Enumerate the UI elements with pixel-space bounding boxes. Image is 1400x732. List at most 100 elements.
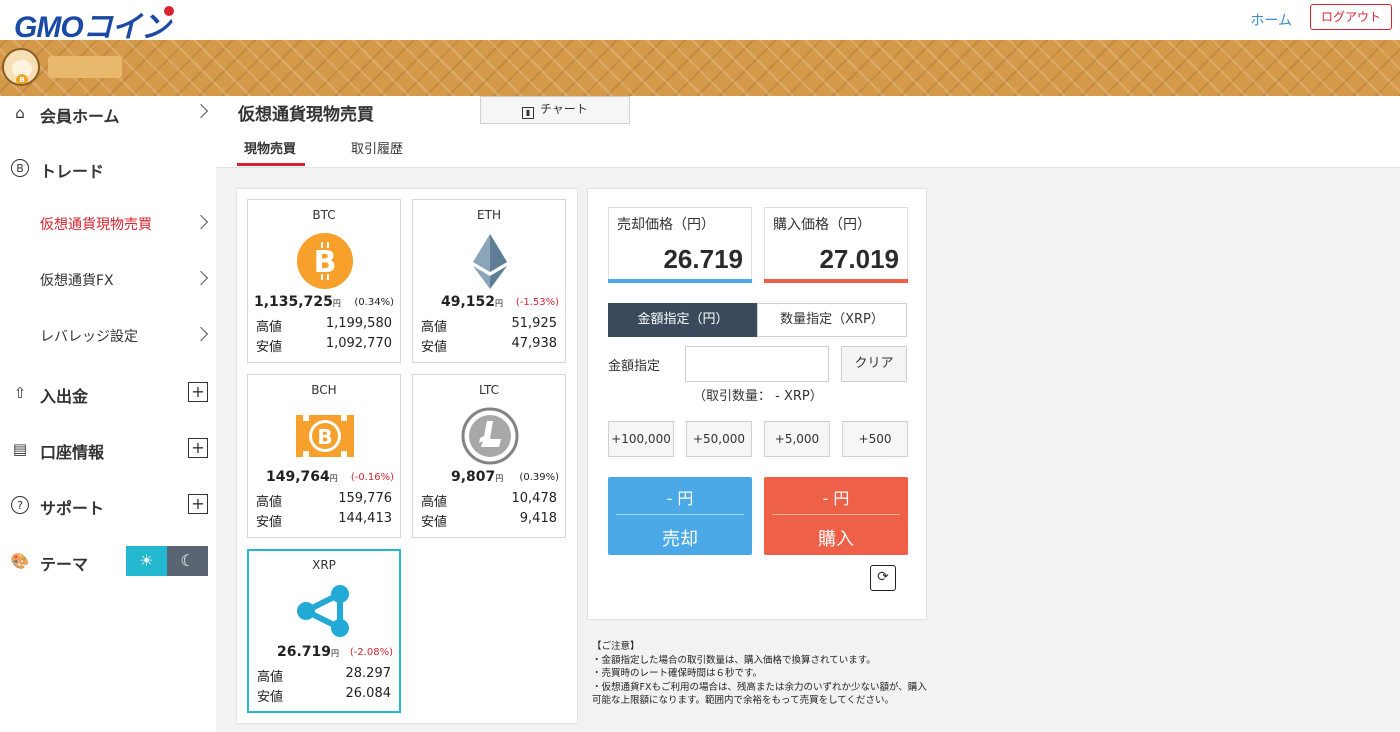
coin-low-row: 安値 26.084	[257, 686, 391, 705]
step-5000-button[interactable]: +5,000	[764, 421, 830, 457]
bar-chart-icon: ▮	[522, 107, 535, 119]
sidebar-item-account-info[interactable]: ▤ 口座情報 +	[0, 434, 216, 464]
sidebar-item-label: 会員ホーム	[40, 107, 120, 126]
coin-price: 9,807円	[451, 469, 504, 485]
coin-low-row: 安値 1,092,770	[256, 336, 392, 355]
coin-change: (-0.16%)	[350, 472, 394, 483]
svg-text:B: B	[314, 245, 337, 280]
home-link[interactable]: ホーム	[1250, 10, 1292, 30]
coin-list-panel: BTC B 1,135,725円 (0.34%) 高値 1,199,580 安値 1…	[236, 188, 578, 724]
sidebar: ⌂ 会員ホーム B トレード 仮想通貨現物売買 仮想通貨FX レバレッジ設定 ⇧…	[0, 96, 216, 732]
coin-change: (0.34%)	[354, 297, 394, 308]
coin-card-btc[interactable]: BTC B 1,135,725円 (0.34%) 高値 1,199,580 安値 1…	[247, 199, 401, 363]
sidebar-item-trade[interactable]: B トレード	[0, 153, 216, 183]
sell-divider	[616, 514, 744, 515]
buy-price-box: 購入価格（円） 27.019	[764, 207, 908, 283]
deposit-icon: ⇧	[13, 384, 27, 402]
user-name-redacted	[48, 56, 122, 78]
content-header: 仮想通貨現物売買 ▮ チャート 現物売買 取引履歴	[216, 96, 1400, 168]
home-icon: ⌂	[15, 104, 25, 122]
amount-label: 金額指定	[608, 359, 661, 374]
buy-price-label: 購入価格（円）	[773, 217, 871, 233]
top-bar: GMOコイン ホーム ログアウト	[0, 0, 1400, 44]
buy-price-bar	[764, 279, 908, 283]
buy-price-value: 27.019	[819, 244, 899, 274]
refresh-icon[interactable]: ⟳	[870, 565, 896, 591]
coin-card-xrp[interactable]: XRP 26.719円 (-2.08%) 高値 28.297 安値 26.084	[247, 549, 401, 713]
coin-card-bch[interactable]: BCH B 149,764円 (-0.16%) 高値 159,776 安値 144,…	[247, 374, 401, 538]
coin-high-row: 高値 10,478	[421, 491, 557, 510]
coin-name: BTC	[312, 208, 336, 222]
coin-price: 49,152円	[441, 294, 504, 310]
mode-quantity-button[interactable]: 数量指定（XRP）	[757, 303, 907, 337]
buy-divider	[772, 514, 900, 515]
sidebar-item-spot-trading[interactable]: 仮想通貨現物売買	[0, 209, 216, 239]
bitcoin-cash-icon: B	[296, 415, 354, 457]
notice-line: 【ご注意】	[592, 641, 640, 652]
litecoin-icon	[461, 407, 519, 465]
avatar[interactable]: B	[2, 48, 40, 86]
notice-text: 【ご注意】 ・金額指定した場合の取引数量は、購入価格で換算されています。 ・売買…	[592, 640, 932, 708]
coin-name: XRP	[312, 558, 336, 572]
expand-plus-icon[interactable]: +	[188, 438, 208, 458]
ripple-icon	[297, 585, 349, 637]
chevron-right-icon	[193, 103, 209, 119]
expand-plus-icon[interactable]: +	[188, 382, 208, 402]
sidebar-item-leverage-settings[interactable]: レバレッジ設定	[0, 321, 216, 351]
coin-price: 26.719円	[277, 644, 340, 660]
notice-line: ・仮想通貨FXもご利用の場合は、残高または余力のいずれか少ない額が、購入可能な上…	[592, 681, 927, 707]
step-100000-button[interactable]: +100,000	[608, 421, 674, 457]
buy-button[interactable]: - 円 購入	[764, 477, 908, 555]
sidebar-item-theme: 🎨 テーマ ☀ ☾	[0, 546, 216, 576]
dark-theme-moon-icon[interactable]: ☾	[167, 546, 208, 576]
chevron-right-icon	[193, 270, 209, 286]
coin-card-ltc[interactable]: LTC 9,807円 (0.39%) 高値 10,478 安値 9,418	[412, 374, 566, 538]
active-tab-indicator	[237, 163, 305, 166]
sell-button[interactable]: - 円 売却	[608, 477, 752, 555]
chart-button[interactable]: ▮ チャート	[480, 96, 630, 124]
sidebar-item-deposit-withdraw[interactable]: ⇧ 入出金 +	[0, 378, 216, 408]
sidebar-item-label: トレード	[40, 162, 105, 181]
logo-sun-dot	[163, 6, 174, 16]
tab-trade-history[interactable]: 取引履歴	[351, 138, 403, 157]
sell-label: 売却	[662, 529, 698, 550]
coin-name: ETH	[477, 208, 501, 222]
chevron-right-icon	[193, 214, 209, 230]
page-title: 仮想通貨現物売買	[238, 105, 374, 125]
sidebar-item-member-home[interactable]: ⌂ 会員ホーム	[0, 98, 216, 128]
sell-amount: - 円	[666, 489, 694, 508]
buy-amount: - 円	[822, 489, 850, 508]
chevron-right-icon	[193, 326, 209, 342]
sidebar-item-crypto-fx[interactable]: 仮想通貨FX	[0, 265, 216, 295]
coin-low-row: 安値 9,418	[421, 511, 557, 530]
step-50000-button[interactable]: +50,000	[686, 421, 752, 457]
bitcoin-icon: B	[297, 233, 353, 289]
light-theme-sun-icon[interactable]: ☀	[126, 546, 167, 576]
quantity-note: （取引数量： - XRP）	[693, 389, 823, 404]
sidebar-item-label: テーマ	[40, 555, 89, 574]
sidebar-item-support[interactable]: ? サポート +	[0, 490, 216, 520]
coin-low-row: 安値 47,938	[421, 336, 557, 355]
tab-spot-trading[interactable]: 現物売買	[244, 138, 296, 157]
coin-low-row: 安値 144,413	[256, 511, 392, 530]
sidebar-item-label: 仮想通貨現物売買	[40, 217, 152, 233]
expand-plus-icon[interactable]: +	[188, 494, 208, 514]
amount-input[interactable]	[685, 346, 829, 382]
sidebar-item-label: サポート	[40, 499, 105, 518]
mode-amount-button[interactable]: 金額指定（円）	[608, 303, 758, 337]
coin-high-row: 高値 159,776	[256, 491, 392, 510]
ethereum-icon	[473, 234, 507, 289]
user-banner: B	[0, 40, 1400, 96]
sidebar-item-label: 口座情報	[40, 443, 105, 462]
step-500-button[interactable]: +500	[842, 421, 908, 457]
logout-button[interactable]: ログアウト	[1310, 4, 1392, 30]
coin-high-row: 高値 1,199,580	[256, 316, 392, 335]
chart-button-label: チャート	[540, 102, 588, 116]
palette-icon: 🎨	[10, 552, 30, 570]
theme-toggle[interactable]: ☀ ☾	[126, 546, 208, 576]
notice-line: ・売買時のレート確保時間は６秒です。	[592, 668, 763, 679]
coin-high-row: 高値 28.297	[257, 666, 391, 685]
coin-card-eth[interactable]: ETH 49,152円 (-1.53%) 高値 51,925 安値 47,938	[412, 199, 566, 363]
sell-price-bar	[608, 279, 752, 283]
clear-button[interactable]: クリア	[841, 346, 907, 382]
